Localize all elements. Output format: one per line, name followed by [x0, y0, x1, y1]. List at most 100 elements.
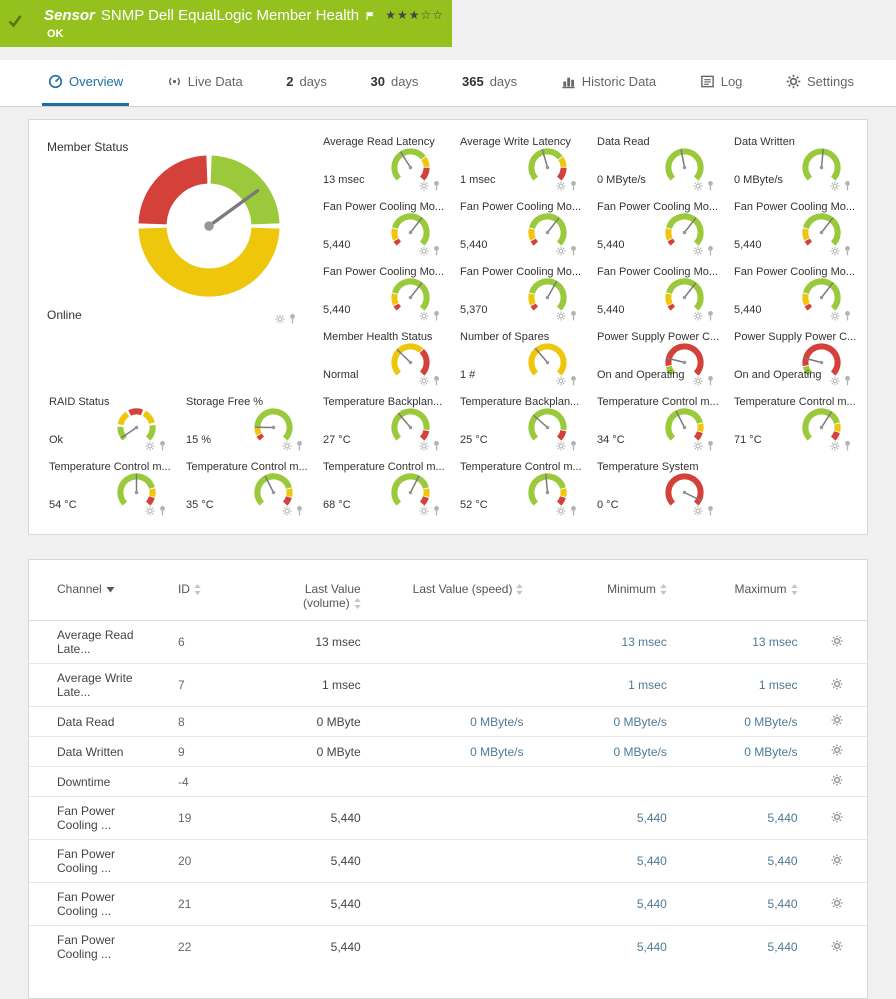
channel-link[interactable]: Fan Power Cooling ... [57, 933, 115, 961]
channel-settings-icon[interactable] [831, 714, 843, 726]
gauge-fan-power-cooling-mo[interactable]: Fan Power Cooling Mo...5,440 [448, 195, 585, 260]
tab-overview[interactable]: Overview [42, 60, 129, 106]
pin-icon[interactable] [843, 245, 852, 256]
pin-icon[interactable] [432, 310, 441, 321]
col-header-last-value-volume[interactable]: Last Value (volume) [247, 574, 371, 621]
flag-icon[interactable] [365, 10, 376, 22]
tab-365-days[interactable]: 365days [456, 60, 523, 106]
pin-icon[interactable] [706, 375, 715, 386]
channel-settings-icon[interactable] [831, 744, 843, 756]
pin-icon[interactable] [432, 245, 441, 256]
gear-icon[interactable] [693, 506, 703, 516]
channel-settings-icon[interactable] [831, 811, 843, 823]
pin-icon[interactable] [295, 440, 304, 451]
gauge-fan-power-cooling-mo[interactable]: Fan Power Cooling Mo...5,440 [722, 260, 859, 325]
col-header-last-value-speed[interactable]: Last Value (speed) [371, 574, 534, 621]
gear-icon[interactable] [830, 246, 840, 256]
channel-settings-icon[interactable] [831, 635, 843, 647]
gauge-fan-power-cooling-mo[interactable]: Fan Power Cooling Mo...5,440 [311, 195, 448, 260]
gear-icon[interactable] [419, 246, 429, 256]
gear-icon[interactable] [830, 441, 840, 451]
tab-2-days[interactable]: 2days [280, 60, 333, 106]
gear-icon[interactable] [419, 376, 429, 386]
col-header-id[interactable]: ID [168, 574, 247, 621]
gear-icon[interactable] [830, 376, 840, 386]
gear-icon[interactable] [830, 181, 840, 191]
gauge-fan-power-cooling-mo[interactable]: Fan Power Cooling Mo...5,440 [311, 260, 448, 325]
gauge-average-write-latency[interactable]: Average Write Latency1 msec [448, 130, 585, 195]
gauge-temperature-system[interactable]: Temperature System0 °C [585, 455, 722, 520]
gear-icon[interactable] [693, 311, 703, 321]
gear-icon[interactable] [419, 311, 429, 321]
channel-link[interactable]: Data Read [57, 715, 114, 729]
channel-settings-icon[interactable] [831, 940, 843, 952]
pin-icon[interactable] [706, 180, 715, 191]
gear-icon[interactable] [556, 246, 566, 256]
gear-icon[interactable] [145, 441, 155, 451]
channel-link[interactable]: Downtime [57, 775, 110, 789]
pin-icon[interactable] [706, 245, 715, 256]
gauge-fan-power-cooling-mo[interactable]: Fan Power Cooling Mo...5,440 [585, 260, 722, 325]
channel-settings-icon[interactable] [831, 854, 843, 866]
pin-icon[interactable] [569, 310, 578, 321]
pin-icon[interactable] [158, 505, 167, 516]
gauge-power-supply-power-c[interactable]: Power Supply Power C...On and Operating [585, 325, 722, 390]
gauge-member-status[interactable]: Member Status Online [37, 130, 311, 390]
gear-icon[interactable] [556, 376, 566, 386]
gauge-power-supply-power-c[interactable]: Power Supply Power C...On and Operating [722, 325, 859, 390]
channel-link[interactable]: Average Write Late... [57, 671, 133, 699]
gauge-temperature-backplan[interactable]: Temperature Backplan...27 °C [311, 390, 448, 455]
channel-link[interactable]: Fan Power Cooling ... [57, 804, 115, 832]
pin-icon[interactable] [843, 310, 852, 321]
pin-icon[interactable] [569, 375, 578, 386]
gear-icon[interactable] [556, 181, 566, 191]
gear-icon[interactable] [556, 441, 566, 451]
pin-icon[interactable] [706, 440, 715, 451]
pin-icon[interactable] [569, 180, 578, 191]
channel-link[interactable]: Fan Power Cooling ... [57, 890, 115, 918]
gauge-member-health-status[interactable]: Member Health StatusNormal [311, 325, 448, 390]
gauge-fan-power-cooling-mo[interactable]: Fan Power Cooling Mo...5,370 [448, 260, 585, 325]
gauge-temperature-control-m[interactable]: Temperature Control m...34 °C [585, 390, 722, 455]
gear-icon[interactable] [275, 314, 285, 324]
channel-settings-icon[interactable] [831, 678, 843, 690]
priority-stars[interactable]: ★★★☆☆ [385, 8, 444, 22]
pin-icon[interactable] [158, 440, 167, 451]
gear-icon[interactable] [419, 506, 429, 516]
gauge-fan-power-cooling-mo[interactable]: Fan Power Cooling Mo...5,440 [585, 195, 722, 260]
gear-icon[interactable] [419, 441, 429, 451]
gauge-storage-free[interactable]: Storage Free %15 % [174, 390, 311, 455]
pin-icon[interactable] [706, 505, 715, 516]
gauge-temperature-control-m[interactable]: Temperature Control m...52 °C [448, 455, 585, 520]
gear-icon[interactable] [282, 506, 292, 516]
pin-icon[interactable] [569, 245, 578, 256]
pin-icon[interactable] [843, 375, 852, 386]
channel-settings-icon[interactable] [831, 774, 843, 786]
pin-icon[interactable] [432, 180, 441, 191]
col-header-channel[interactable]: Channel [29, 574, 168, 621]
gauge-number-of-spares[interactable]: Number of Spares1 # [448, 325, 585, 390]
gauge-fan-power-cooling-mo[interactable]: Fan Power Cooling Mo...5,440 [722, 195, 859, 260]
gauge-temperature-control-m[interactable]: Temperature Control m...68 °C [311, 455, 448, 520]
pin-icon[interactable] [843, 180, 852, 191]
pin-icon[interactable] [569, 440, 578, 451]
gauge-average-read-latency[interactable]: Average Read Latency13 msec [311, 130, 448, 195]
pin-icon[interactable] [843, 440, 852, 451]
channel-link[interactable]: Fan Power Cooling ... [57, 847, 115, 875]
gauge-temperature-backplan[interactable]: Temperature Backplan...25 °C [448, 390, 585, 455]
pin-icon[interactable] [288, 313, 297, 324]
gear-icon[interactable] [693, 441, 703, 451]
col-header-minimum[interactable]: Minimum [533, 574, 676, 621]
gear-icon[interactable] [693, 376, 703, 386]
channel-link[interactable]: Data Written [57, 745, 123, 759]
tab-live-data[interactable]: Live Data [161, 60, 249, 106]
pin-icon[interactable] [432, 440, 441, 451]
gear-icon[interactable] [556, 311, 566, 321]
gear-icon[interactable] [830, 311, 840, 321]
gear-icon[interactable] [419, 181, 429, 191]
pin-icon[interactable] [432, 375, 441, 386]
tab-30-days[interactable]: 30days [365, 60, 425, 106]
gear-icon[interactable] [556, 506, 566, 516]
channel-settings-icon[interactable] [831, 897, 843, 909]
tab-historic-data[interactable]: Historic Data [555, 60, 662, 106]
